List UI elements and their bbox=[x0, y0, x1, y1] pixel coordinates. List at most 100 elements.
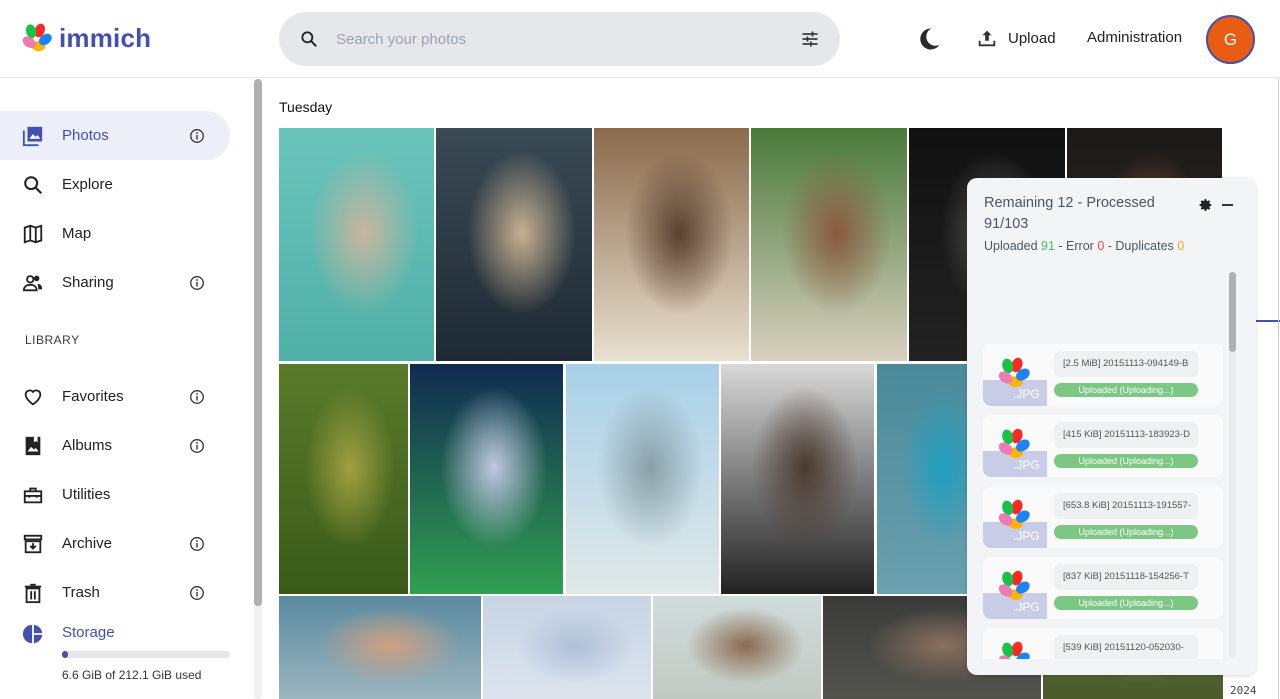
photo-thumbnail[interactable] bbox=[721, 364, 874, 594]
file-thumbnail: .JPG bbox=[983, 628, 1047, 659]
info-icon[interactable] bbox=[189, 275, 205, 291]
album-icon bbox=[21, 434, 45, 458]
sidebar-item-label: Sharing bbox=[62, 274, 114, 291]
library-section-label: LIBRARY bbox=[25, 333, 80, 347]
sidebar-item-archive[interactable]: Archive bbox=[0, 519, 230, 568]
photo-thumbnail[interactable] bbox=[279, 596, 481, 699]
duplicates-label: Duplicates bbox=[1115, 239, 1174, 253]
day-group-label: Tuesday bbox=[279, 99, 333, 115]
upload-label: Upload bbox=[1008, 29, 1056, 47]
toolbox-icon bbox=[21, 483, 45, 507]
info-icon[interactable] bbox=[189, 585, 205, 601]
storage-usage-text: 6.6 GiB of 212.1 GiB used bbox=[62, 668, 202, 682]
administration-link[interactable]: Administration bbox=[1087, 22, 1182, 54]
photo-thumbnail[interactable] bbox=[483, 596, 651, 699]
info-icon[interactable] bbox=[189, 128, 205, 144]
duplicates-count: 0 bbox=[1177, 239, 1185, 253]
sidebar-scrollbar[interactable] bbox=[254, 79, 262, 699]
filter-settings-icon[interactable] bbox=[800, 29, 820, 49]
logo-text: immich bbox=[59, 22, 152, 53]
storage-label: Storage bbox=[62, 624, 115, 641]
sidebar-item-trash[interactable]: Trash bbox=[0, 568, 230, 617]
photo-thumbnail[interactable] bbox=[594, 128, 749, 361]
upload-icon bbox=[978, 30, 996, 47]
upload-list-scrollbar[interactable] bbox=[1229, 272, 1236, 658]
sidebar-item-sharing[interactable]: Sharing bbox=[0, 258, 230, 307]
photo-thumbnail[interactable] bbox=[279, 364, 408, 594]
photo-thumbnail[interactable] bbox=[566, 364, 719, 594]
photo-thumbnail[interactable] bbox=[436, 128, 592, 361]
search-icon[interactable] bbox=[299, 29, 319, 49]
photo-thumbnail[interactable] bbox=[410, 364, 563, 594]
file-name: [837 KiB] 20151118-154256-T bbox=[1054, 564, 1198, 590]
image-multiple-icon bbox=[21, 124, 45, 148]
immich-logo-icon bbox=[997, 640, 1031, 659]
upload-item: .JPG [539 KiB] 20151120-052030- Uploaded… bbox=[983, 628, 1223, 659]
upload-status-badge: Uploaded (Uploading...) bbox=[1054, 596, 1198, 610]
file-thumbnail: .JPG bbox=[983, 415, 1047, 477]
search-bar[interactable] bbox=[279, 12, 840, 66]
sidebar-item-label: Favorites bbox=[62, 388, 124, 405]
heart-icon bbox=[21, 385, 45, 409]
immich-logo-icon bbox=[22, 23, 52, 52]
map-icon bbox=[21, 222, 45, 246]
file-thumbnail: .JPG bbox=[983, 344, 1047, 406]
upload-panel: Remaining 12 - Processed 91/103 Uploaded… bbox=[967, 178, 1256, 675]
file-thumbnail: .JPG bbox=[983, 557, 1047, 619]
sidebar-scrollbar-thumb[interactable] bbox=[254, 79, 262, 606]
sidebar: Photos Explore Map Sharing LIBRARY Favor… bbox=[0, 79, 250, 699]
sidebar-item-albums[interactable]: Albums bbox=[0, 421, 230, 470]
immich-logo-icon bbox=[997, 498, 1031, 532]
upload-progress-title: Remaining 12 - Processed 91/103 bbox=[984, 195, 1155, 232]
chart-pie-icon bbox=[22, 624, 43, 644]
minimize-icon[interactable] bbox=[1222, 204, 1233, 206]
upload-button[interactable]: Upload bbox=[976, 22, 1056, 54]
logo[interactable]: immich bbox=[21, 22, 151, 54]
sidebar-item-map[interactable]: Map bbox=[0, 209, 230, 258]
sidebar-item-label: Explore bbox=[62, 176, 113, 193]
sidebar-item-label: Map bbox=[62, 225, 92, 242]
upload-item: .JPG [653.8 KiB] 20151113-191557- Upload… bbox=[983, 486, 1223, 548]
storage-usage-fill bbox=[62, 651, 68, 658]
upload-status-badge: Uploaded (Uploading...) bbox=[1054, 383, 1198, 397]
photo-thumbnail[interactable] bbox=[653, 596, 821, 699]
info-icon[interactable] bbox=[189, 438, 205, 454]
stats-separator: - bbox=[1058, 239, 1063, 253]
archive-icon bbox=[21, 532, 45, 556]
info-icon[interactable] bbox=[189, 389, 205, 405]
file-name: [415 KiB] 20151113-183923-D bbox=[1054, 422, 1198, 448]
uploaded-label: Uploaded bbox=[984, 239, 1038, 253]
timeline-scrubber-indicator[interactable] bbox=[1254, 320, 1280, 322]
upload-stats: Uploaded 91 - Error 0 - Duplicates 0 bbox=[984, 239, 1184, 253]
immich-logo-icon bbox=[997, 427, 1031, 461]
timeline-scrubber-track[interactable] bbox=[1278, 79, 1279, 699]
error-count: 0 bbox=[1097, 239, 1105, 253]
sidebar-item-favorites[interactable]: Favorites bbox=[0, 372, 230, 421]
timeline-year-label: 2024 bbox=[1230, 684, 1257, 697]
sidebar-item-label: Albums bbox=[62, 437, 113, 454]
immich-logo-icon bbox=[997, 569, 1031, 603]
upload-list-scrollbar-thumb[interactable] bbox=[1229, 272, 1236, 352]
photo-thumbnail[interactable] bbox=[279, 128, 434, 361]
photo-thumbnail[interactable] bbox=[751, 128, 907, 361]
sidebar-item-utilities[interactable]: Utilities bbox=[0, 470, 230, 519]
magnify-icon bbox=[21, 173, 45, 197]
info-icon[interactable] bbox=[189, 536, 205, 552]
sidebar-item-photos[interactable]: Photos bbox=[0, 111, 230, 160]
sidebar-item-explore[interactable]: Explore bbox=[0, 160, 230, 209]
top-bar: immich Upload Administration G bbox=[0, 0, 1280, 78]
file-name: [2.5 MiB] 20151113-094149-B bbox=[1054, 351, 1198, 377]
moon-icon[interactable] bbox=[915, 25, 943, 53]
uploaded-count: 91 bbox=[1041, 239, 1055, 253]
error-label: Error bbox=[1066, 239, 1094, 253]
sidebar-item-label: Archive bbox=[62, 535, 113, 552]
file-name: [539 KiB] 20151120-052030- bbox=[1054, 635, 1198, 659]
storage-usage-bar bbox=[62, 651, 230, 658]
sidebar-item-label: Trash bbox=[62, 584, 100, 601]
gear-icon[interactable] bbox=[1199, 198, 1213, 212]
trash-icon bbox=[21, 581, 45, 605]
file-thumbnail: .JPG bbox=[983, 486, 1047, 548]
search-input[interactable] bbox=[336, 12, 776, 66]
user-avatar[interactable]: G bbox=[1206, 15, 1255, 64]
upload-status-badge: Uploaded (Uploading...) bbox=[1054, 454, 1198, 468]
